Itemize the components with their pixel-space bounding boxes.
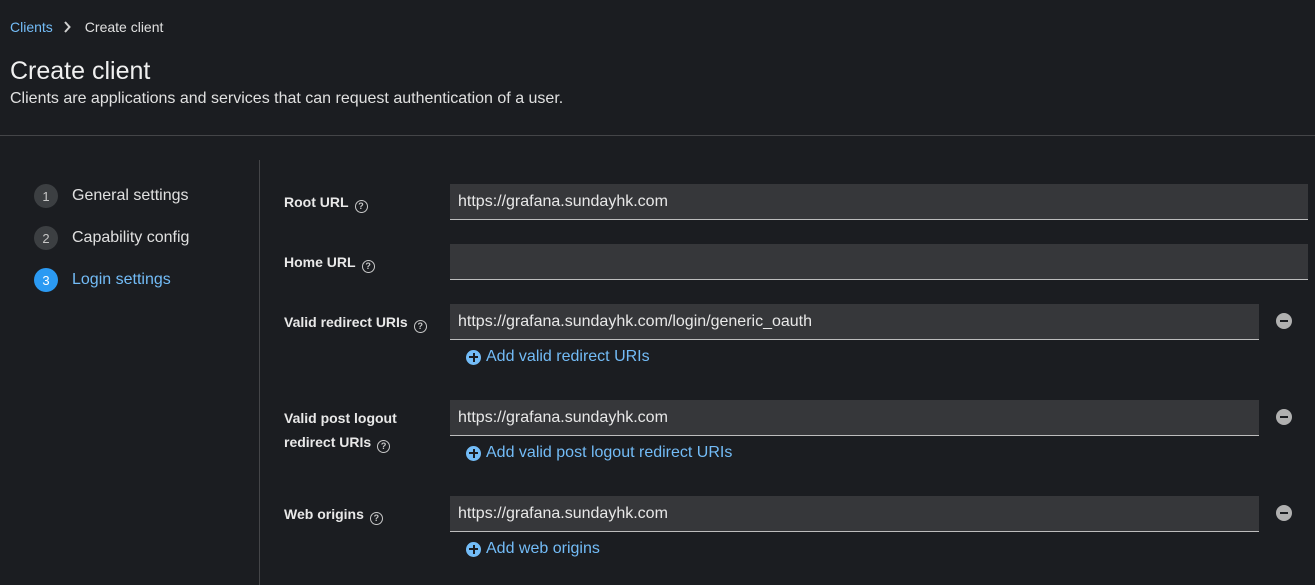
page-subtitle: Clients are applications and services th…: [10, 90, 564, 107]
remove-redirect-uri-button[interactable]: [1276, 313, 1292, 329]
help-icon[interactable]: ?: [369, 511, 383, 525]
root-url-label-text: Root URL: [284, 194, 349, 210]
step-label: Login settings: [72, 271, 171, 288]
post-logout-label-line2-wrap: redirect URIs?: [284, 430, 397, 454]
step-number: 3: [34, 268, 58, 292]
chevron-right-icon: [63, 20, 71, 34]
wizard-divider: [259, 160, 260, 585]
post-logout-input[interactable]: [450, 400, 1259, 436]
add-redirect-uri-label: Add valid redirect URIs: [486, 348, 650, 365]
root-url-label: Root URL?: [284, 190, 368, 214]
post-logout-label-line1: Valid post logout: [284, 410, 397, 426]
web-origins-label: Web origins?: [284, 502, 383, 526]
help-icon[interactable]: ?: [361, 259, 375, 273]
page-title: Create client: [10, 57, 151, 85]
minus-icon: [1280, 320, 1288, 322]
valid-redirect-input[interactable]: [450, 304, 1259, 340]
valid-redirect-label: Valid redirect URIs?: [284, 310, 427, 334]
home-url-label: Home URL?: [284, 250, 375, 274]
step-number: 2: [34, 226, 58, 250]
step-general-settings[interactable]: 1 General settings: [34, 184, 189, 208]
help-icon[interactable]: ?: [377, 439, 391, 453]
add-web-origin-label: Add web origins: [486, 540, 600, 557]
root-url-input[interactable]: [450, 184, 1308, 220]
post-logout-label-line2: redirect URIs: [284, 434, 372, 450]
remove-web-origin-button[interactable]: [1276, 505, 1292, 521]
help-icon[interactable]: ?: [354, 199, 368, 213]
breadcrumb: Clients Create client: [10, 19, 163, 35]
header-divider: [0, 135, 1315, 136]
minus-icon: [1280, 416, 1288, 418]
home-url-label-text: Home URL: [284, 254, 356, 270]
add-post-logout-uri-label: Add valid post logout redirect URIs: [486, 444, 733, 461]
add-post-logout-uri-button[interactable]: Add valid post logout redirect URIs: [466, 444, 732, 462]
step-label: General settings: [72, 187, 189, 204]
plus-circle-icon: [466, 445, 481, 461]
step-login-settings[interactable]: 3 Login settings: [34, 268, 189, 292]
breadcrumb-clients-link[interactable]: Clients: [10, 19, 53, 35]
plus-circle-icon: [466, 349, 481, 365]
valid-redirect-label-text: Valid redirect URIs: [284, 314, 408, 330]
web-origins-label-text: Web origins: [284, 506, 364, 522]
breadcrumb-current: Create client: [84, 19, 164, 35]
post-logout-label: Valid post logout redirect URIs?: [284, 406, 397, 454]
step-number: 1: [34, 184, 58, 208]
remove-post-logout-uri-button[interactable]: [1276, 409, 1292, 425]
minus-icon: [1280, 512, 1288, 514]
step-label: Capability config: [72, 229, 190, 246]
step-capability-config[interactable]: 2 Capability config: [34, 226, 189, 250]
help-icon[interactable]: ?: [413, 319, 427, 333]
plus-circle-icon: [466, 541, 481, 557]
add-web-origin-button[interactable]: Add web origins: [466, 540, 600, 558]
web-origins-input[interactable]: [450, 496, 1259, 532]
wizard-steps: 1 General settings 2 Capability config 3…: [34, 184, 189, 310]
add-redirect-uri-button[interactable]: Add valid redirect URIs: [466, 348, 650, 366]
home-url-input[interactable]: [450, 244, 1308, 280]
